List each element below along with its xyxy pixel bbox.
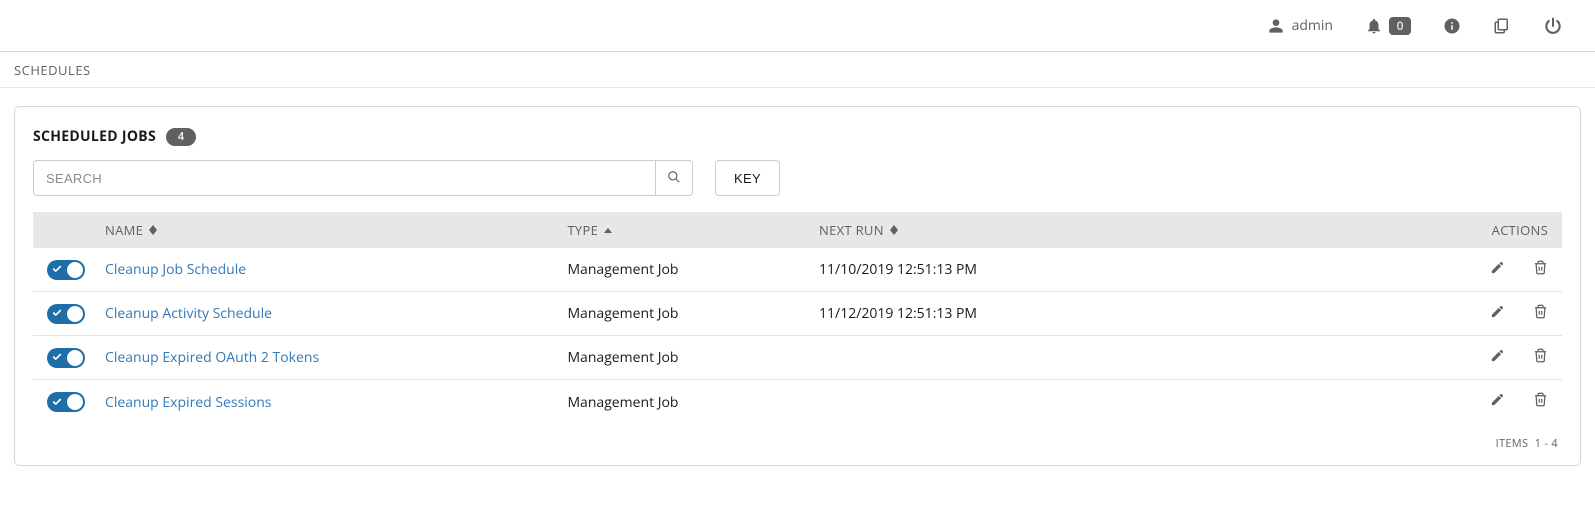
enable-toggle[interactable] — [47, 304, 85, 324]
edit-button[interactable] — [1490, 348, 1505, 368]
edit-button[interactable] — [1490, 304, 1505, 324]
schedule-type: Management Job — [567, 304, 819, 323]
schedule-type: Management Job — [567, 348, 819, 367]
sort-icon — [890, 225, 898, 235]
schedule-next-run: 11/12/2019 12:51:13 PM — [819, 304, 1448, 323]
search-icon — [667, 170, 681, 187]
topbar: admin 0 — [0, 0, 1595, 52]
schedules-panel: SCHEDULED JOBS 4 KEY NAME — [14, 106, 1581, 466]
check-icon — [52, 393, 62, 412]
toggle-knob — [67, 262, 83, 278]
toggle-knob — [67, 306, 83, 322]
enable-toggle[interactable] — [47, 348, 85, 368]
about-icon[interactable] — [1443, 17, 1461, 35]
power-icon[interactable] — [1543, 16, 1563, 36]
delete-button[interactable] — [1533, 392, 1548, 412]
breadcrumb: SCHEDULES — [0, 52, 1595, 88]
check-icon — [52, 304, 62, 323]
edit-button[interactable] — [1490, 260, 1505, 280]
delete-button[interactable] — [1533, 304, 1548, 324]
pencil-icon — [1490, 392, 1505, 412]
delete-button[interactable] — [1533, 260, 1548, 280]
toggle-knob — [67, 394, 83, 410]
search-input[interactable] — [33, 160, 655, 196]
schedule-name-link[interactable]: Cleanup Expired OAuth 2 Tokens — [105, 348, 319, 367]
schedule-name-link[interactable]: Cleanup Activity Schedule — [105, 304, 272, 323]
check-icon — [52, 348, 62, 367]
enable-toggle[interactable] — [47, 260, 85, 280]
schedule-type: Management Job — [567, 393, 819, 412]
breadcrumb-text: SCHEDULES — [14, 61, 91, 79]
trash-icon — [1533, 348, 1548, 368]
trash-icon — [1533, 260, 1548, 280]
check-icon — [52, 260, 62, 279]
job-count-badge: 4 — [166, 128, 196, 146]
notification-count: 0 — [1389, 17, 1411, 35]
table-row: Cleanup Expired OAuth 2 Tokens Managemen… — [33, 336, 1562, 380]
sort-icon — [149, 225, 157, 235]
pencil-icon — [1490, 260, 1505, 280]
panel-header: SCHEDULED JOBS 4 — [33, 127, 1562, 146]
schedule-name-link[interactable]: Cleanup Job Schedule — [105, 260, 246, 279]
list-toolbar: KEY — [33, 160, 1562, 196]
user-menu[interactable]: admin — [1268, 16, 1333, 35]
schedule-next-run: 11/10/2019 12:51:13 PM — [819, 260, 1448, 279]
search-group — [33, 160, 693, 196]
pencil-icon — [1490, 304, 1505, 324]
panel-title: SCHEDULED JOBS — [33, 127, 156, 146]
pagination-info: ITEMS 1 - 4 — [33, 436, 1562, 451]
table-row: Cleanup Activity Schedule Management Job… — [33, 292, 1562, 336]
col-type-header[interactable]: TYPE — [567, 221, 819, 239]
pencil-icon — [1490, 348, 1505, 368]
table-row: Cleanup Expired Sessions Management Job — [33, 380, 1562, 424]
table-header: NAME TYPE NEXT RUN ACTION — [33, 212, 1562, 248]
trash-icon — [1533, 392, 1548, 412]
col-actions-header: ACTIONS — [1448, 221, 1548, 239]
edit-button[interactable] — [1490, 392, 1505, 412]
toggle-knob — [67, 350, 83, 366]
bell-icon — [1365, 17, 1383, 35]
table-row: Cleanup Job Schedule Management Job 11/1… — [33, 248, 1562, 292]
username: admin — [1292, 16, 1333, 35]
enable-toggle[interactable] — [47, 392, 85, 412]
col-nextrun-header[interactable]: NEXT RUN — [819, 221, 1448, 239]
trash-icon — [1533, 304, 1548, 324]
notifications[interactable]: 0 — [1365, 17, 1411, 35]
sort-asc-icon — [604, 228, 612, 233]
docs-icon[interactable] — [1493, 17, 1511, 35]
schedules-table: NAME TYPE NEXT RUN ACTION — [33, 212, 1562, 424]
schedule-type: Management Job — [567, 260, 819, 279]
key-button[interactable]: KEY — [715, 160, 780, 196]
delete-button[interactable] — [1533, 348, 1548, 368]
user-icon — [1268, 18, 1284, 34]
schedule-name-link[interactable]: Cleanup Expired Sessions — [105, 393, 271, 412]
search-button[interactable] — [655, 160, 693, 196]
col-name-header[interactable]: NAME — [105, 221, 567, 239]
